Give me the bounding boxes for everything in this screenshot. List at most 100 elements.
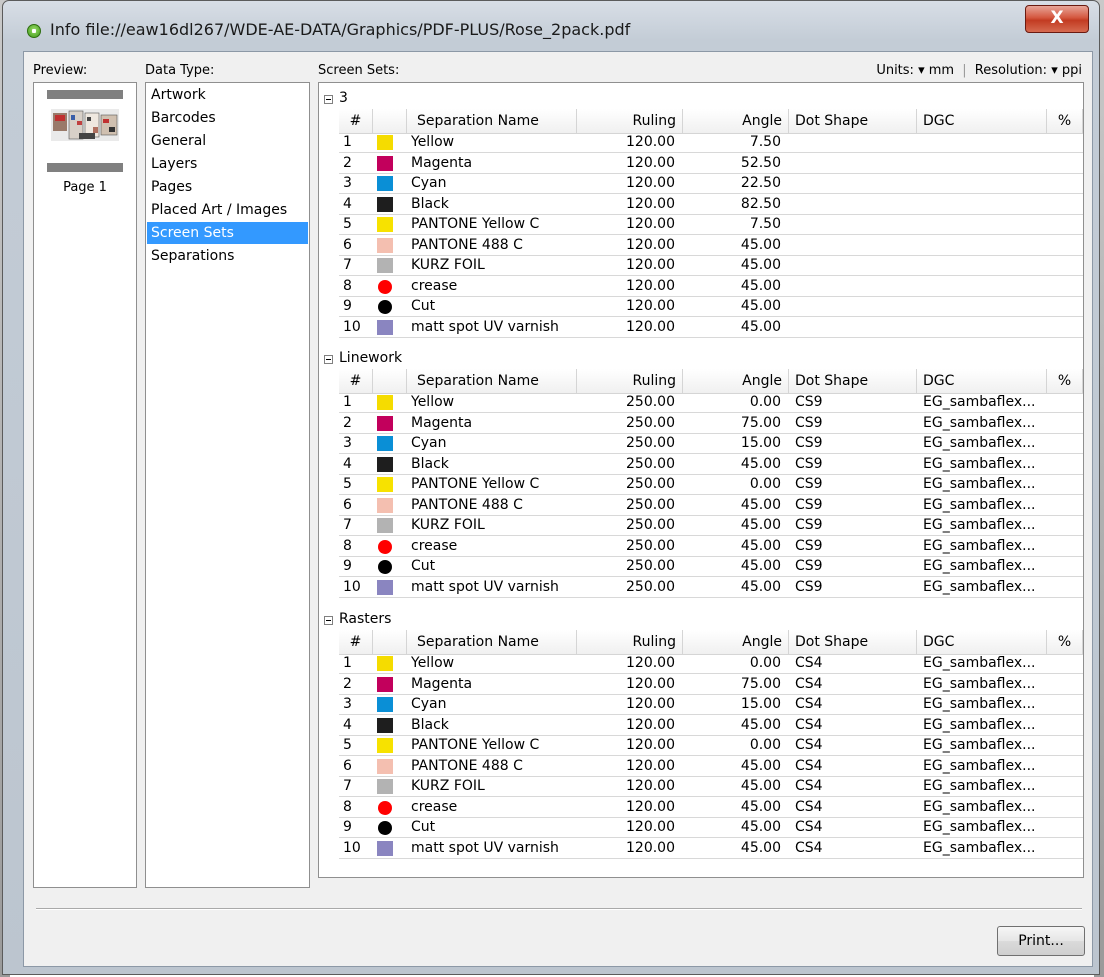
angle-value: 45.00: [740, 455, 781, 472]
table-row[interactable]: 8 crease 250.00 45.00 CS9 EG_sambaflex...: [339, 537, 1083, 557]
column-header-dot-shape[interactable]: Dot Shape: [789, 109, 917, 133]
separation-name: PANTONE Yellow C: [411, 476, 540, 492]
dgc-value: EG_sambaflex...: [923, 455, 1036, 472]
table-row[interactable]: 9 Cut 120.00 45.00 CS4 EG_sambaflex...: [339, 818, 1083, 838]
table-row[interactable]: 2 Magenta 120.00 52.50: [339, 154, 1083, 174]
dot-shape-value: CS4: [795, 757, 823, 774]
close-button[interactable]: X: [1025, 5, 1089, 33]
column-header-dot-shape[interactable]: Dot Shape: [789, 630, 917, 654]
table-row[interactable]: 3 Cyan 250.00 15.00 CS9 EG_sambaflex...: [339, 434, 1083, 454]
table-row[interactable]: 7 KURZ FOIL 120.00 45.00: [339, 256, 1083, 276]
column-header-separation-name[interactable]: Separation Name: [407, 369, 577, 393]
table-row[interactable]: 10 matt spot UV varnish 250.00 45.00 CS9 EG_s…: [339, 578, 1083, 598]
column-header-angle[interactable]: Angle: [683, 109, 789, 133]
dgc-value: EG_sambaflex...: [923, 394, 1036, 410]
collapse-toggle-icon[interactable]: [324, 355, 333, 364]
data-type-item-artwork[interactable]: Artwork: [147, 84, 308, 106]
data-type-item-layers[interactable]: Layers: [147, 153, 308, 175]
collapse-toggle-icon[interactable]: [324, 95, 333, 104]
row-number: 7: [343, 257, 352, 273]
separation-name: KURZ FOIL: [411, 517, 485, 533]
table-row[interactable]: 2 Magenta 120.00 75.00 CS4 EG_sambaflex...: [339, 675, 1083, 695]
ruling-value: 120.00: [626, 675, 675, 692]
data-type-item-general[interactable]: General: [147, 130, 308, 152]
table-row[interactable]: 4 Black 120.00 82.50: [339, 195, 1083, 215]
data-type-item-barcodes[interactable]: Barcodes: [147, 107, 308, 129]
column-header-percent[interactable]: %: [1047, 630, 1083, 654]
table-row[interactable]: 4 Black 120.00 45.00 CS4 EG_sambaflex...: [339, 716, 1083, 736]
ruling-value: 120.00: [626, 778, 675, 794]
column-header-percent[interactable]: %: [1047, 109, 1083, 133]
ruling-value: 120.00: [626, 716, 675, 733]
ruling-value: 120.00: [626, 216, 675, 232]
data-type-item-screen-sets[interactable]: Screen Sets: [147, 222, 308, 244]
table-row[interactable]: 9 Cut 250.00 45.00 CS9 EG_sambaflex...: [339, 557, 1083, 577]
table-row[interactable]: 3 Cyan 120.00 15.00 CS4 EG_sambaflex...: [339, 695, 1083, 715]
table-row[interactable]: 10 matt spot UV varnish 120.00 45.00: [339, 318, 1083, 338]
data-type-item-pages[interactable]: Pages: [147, 176, 308, 198]
data-type-item-separations[interactable]: Separations: [147, 245, 308, 267]
collapse-toggle-icon[interactable]: [324, 616, 333, 625]
table-row[interactable]: 6 PANTONE 488 C 120.00 45.00 CS4 EG_sambaflex…: [339, 757, 1083, 777]
column-header-num[interactable]: #: [339, 109, 373, 133]
app-icon: [27, 24, 41, 38]
column-header-separation-name[interactable]: Separation Name: [407, 630, 577, 654]
table-row[interactable]: 5 PANTONE Yellow C 120.00 0.00 CS4 EG_sambafl…: [339, 736, 1083, 756]
resolution-dropdown[interactable]: ▾ ppi: [1051, 63, 1082, 78]
column-header-ruling[interactable]: Ruling: [577, 630, 683, 654]
column-header-swatch[interactable]: [373, 630, 407, 654]
table-row[interactable]: 1 Yellow 120.00 0.00 CS4 EG_sambaflex...: [339, 654, 1083, 674]
angle-value: 45.00: [740, 757, 781, 774]
column-header-ruling[interactable]: Ruling: [577, 109, 683, 133]
column-header-dgc[interactable]: DGC: [917, 630, 1047, 654]
dot-shape-value: CS9: [795, 435, 823, 451]
table-row[interactable]: 5 PANTONE Yellow C 120.00 7.50: [339, 215, 1083, 235]
dgc-value: EG_sambaflex...: [923, 435, 1036, 451]
table-row[interactable]: 5 PANTONE Yellow C 250.00 0.00 CS9 EG_sambafl…: [339, 475, 1083, 495]
table-row[interactable]: 1 Yellow 250.00 0.00 CS9 EG_sambaflex...: [339, 393, 1083, 413]
print-button[interactable]: Print...: [997, 926, 1085, 956]
data-type-item-placed-art[interactable]: Placed Art / Images: [147, 199, 308, 221]
dot-shape-value: CS4: [795, 696, 823, 712]
dgc-value: [923, 277, 1053, 297]
row-number: 6: [343, 496, 352, 513]
resolution-value: ppi: [1061, 63, 1082, 78]
table-row[interactable]: 6 PANTONE 488 C 250.00 45.00 CS9 EG_sambaflex…: [339, 496, 1083, 516]
column-header-num[interactable]: #: [339, 369, 373, 393]
column-header-separation-name[interactable]: Separation Name: [407, 109, 577, 133]
color-swatch-icon: [377, 176, 393, 191]
table-row[interactable]: 9 Cut 120.00 45.00: [339, 297, 1083, 317]
table-row[interactable]: 3 Cyan 120.00 22.50: [339, 174, 1083, 194]
table-row[interactable]: 10 matt spot UV varnish 120.00 45.00 CS4 EG_s…: [339, 839, 1083, 859]
angle-value: 7.50: [749, 216, 781, 232]
page-thumbnail[interactable]: [47, 90, 123, 172]
table-row[interactable]: 7 KURZ FOIL 250.00 45.00 CS9 EG_sambaflex...: [339, 516, 1083, 536]
table-row[interactable]: 2 Magenta 250.00 75.00 CS9 EG_sambaflex...: [339, 414, 1083, 434]
table-row[interactable]: 8 crease 120.00 45.00: [339, 277, 1083, 297]
column-header-ruling[interactable]: Ruling: [577, 369, 683, 393]
column-header-dgc[interactable]: DGC: [917, 109, 1047, 133]
dgc-value: EG_sambaflex...: [923, 558, 1036, 574]
column-header-dgc[interactable]: DGC: [917, 369, 1047, 393]
table-row[interactable]: 6 PANTONE 488 C 120.00 45.00: [339, 236, 1083, 256]
table-row[interactable]: 7 KURZ FOIL 120.00 45.00 CS4 EG_sambaflex...: [339, 777, 1083, 797]
separation-name: Cut: [411, 558, 436, 574]
angle-value: 45.00: [740, 277, 781, 294]
column-header-angle[interactable]: Angle: [683, 369, 789, 393]
table-row[interactable]: 1 Yellow 120.00 7.50: [339, 133, 1083, 153]
title-bar[interactable]: Info file://eaw16dl267/WDE-AE-DATA/Graph…: [3, 1, 1099, 45]
separation-name: matt spot UV varnish: [411, 318, 559, 335]
dgc-value: [923, 174, 1053, 194]
column-header-num[interactable]: #: [339, 630, 373, 654]
table-row[interactable]: 8 crease 120.00 45.00 CS4 EG_sambaflex...: [339, 798, 1083, 818]
row-number: 2: [343, 414, 352, 431]
column-header-dot-shape[interactable]: Dot Shape: [789, 369, 917, 393]
units-dropdown[interactable]: ▾ mm: [918, 63, 954, 78]
column-header-angle[interactable]: Angle: [683, 630, 789, 654]
dgc-value: [923, 215, 1053, 235]
table-row[interactable]: 4 Black 250.00 45.00 CS9 EG_sambaflex...: [339, 455, 1083, 475]
column-header-swatch[interactable]: [373, 109, 407, 133]
column-header-percent[interactable]: %: [1047, 369, 1083, 393]
column-header-swatch[interactable]: [373, 369, 407, 393]
separation-name: KURZ FOIL: [411, 778, 485, 794]
